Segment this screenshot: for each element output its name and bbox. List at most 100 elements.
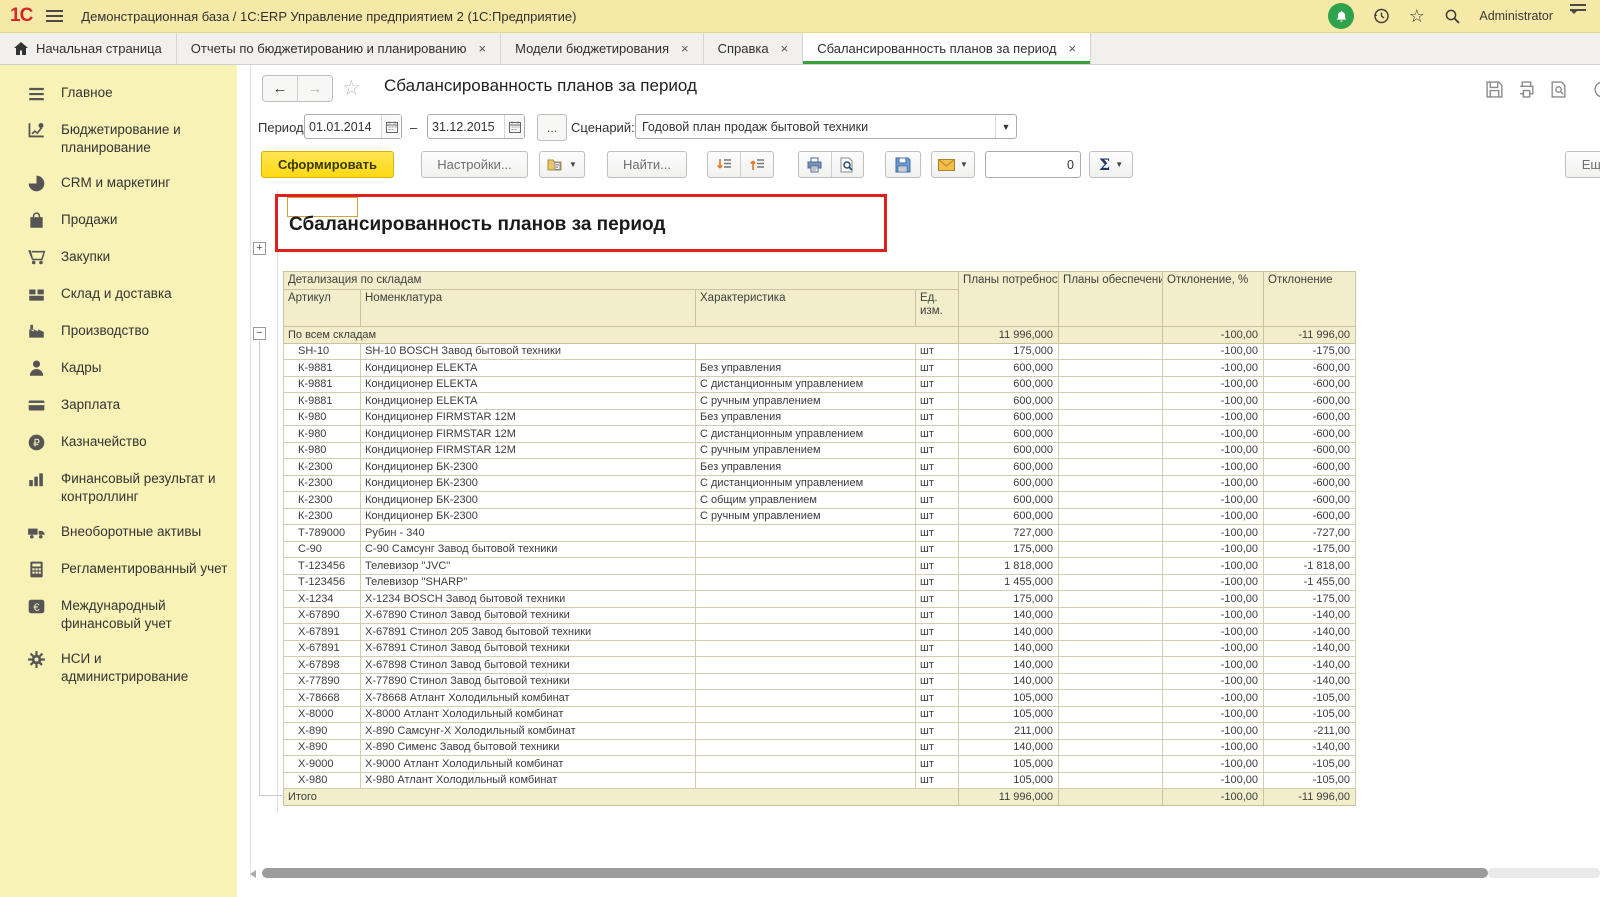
table-cell[interactable]: 11 996,000 xyxy=(959,789,1059,806)
table-cell[interactable]: шт xyxy=(916,376,959,393)
main-menu-icon[interactable] xyxy=(46,7,63,25)
table-cell[interactable]: Кондиционер БК-2300 xyxy=(361,475,696,492)
table-cell[interactable]: шт xyxy=(916,393,959,410)
table-cell[interactable]: С дистанционным управлением xyxy=(696,426,916,443)
table-cell[interactable]: -600,00 xyxy=(1264,492,1356,509)
table-cell[interactable]: Кондиционер FIRMSTAR 12М xyxy=(361,442,696,459)
table-cell[interactable] xyxy=(1059,525,1163,542)
notifications-bell-icon[interactable] xyxy=(1328,3,1354,29)
table-cell[interactable]: Х-9000 xyxy=(284,756,361,773)
table-cell[interactable]: 727,000 xyxy=(959,525,1059,542)
table-cell[interactable]: -100,00 xyxy=(1163,591,1264,608)
table-cell[interactable]: Х-1234 xyxy=(284,591,361,608)
table-cell[interactable] xyxy=(696,723,916,740)
header-kharakteristika[interactable]: Характеристика xyxy=(696,290,916,327)
table-cell[interactable]: -11 996,00 xyxy=(1264,327,1356,344)
table-cell[interactable]: Телевизор "JVC" xyxy=(361,558,696,575)
table-cell[interactable]: -100,00 xyxy=(1163,640,1264,657)
table-cell[interactable]: -100,00 xyxy=(1163,343,1264,360)
table-cell[interactable]: 600,000 xyxy=(959,409,1059,426)
table-cell[interactable]: -100,00 xyxy=(1163,739,1264,756)
table-cell[interactable] xyxy=(696,690,916,707)
table-cell[interactable]: К-2300 xyxy=(284,508,361,525)
close-icon[interactable]: × xyxy=(781,41,789,56)
table-cell[interactable]: шт xyxy=(916,541,959,558)
table-cell[interactable]: Х-67891 Стинол 205 Завод бытовой техники xyxy=(361,624,696,641)
sidebar-item-международный-финансовый-учет[interactable]: €Международный финансовый учет xyxy=(0,588,237,641)
table-cell[interactable] xyxy=(696,756,916,773)
table-cell[interactable] xyxy=(696,706,916,723)
table-cell[interactable]: шт xyxy=(916,525,959,542)
table-cell[interactable] xyxy=(1059,541,1163,558)
sidebar-item-нси-и-администрирование[interactable]: НСИ и администрирование xyxy=(0,641,237,694)
search-icon[interactable] xyxy=(1443,7,1462,26)
table-cell[interactable]: Х-78668 Атлант Холодильный комбинат xyxy=(361,690,696,707)
table-cell[interactable]: -100,00 xyxy=(1163,723,1264,740)
table-cell[interactable]: Х-67890 Стинол Завод бытовой техники xyxy=(361,607,696,624)
header-plan-obesp[interactable]: Планы обеспечения xyxy=(1059,272,1163,327)
table-cell[interactable]: шт xyxy=(916,673,959,690)
table-cell[interactable]: шт xyxy=(916,475,959,492)
sidebar-item-производство[interactable]: Производство xyxy=(0,313,237,350)
table-cell[interactable]: К-980 xyxy=(284,409,361,426)
table-cell[interactable]: -140,00 xyxy=(1264,673,1356,690)
table-cell[interactable]: -140,00 xyxy=(1264,607,1356,624)
table-cell[interactable]: шт xyxy=(916,492,959,509)
table-cell[interactable]: -100,00 xyxy=(1163,624,1264,641)
table-cell[interactable] xyxy=(1059,426,1163,443)
period-more-button[interactable]: ... xyxy=(537,114,567,141)
table-cell[interactable]: Телевизор "SHARP" xyxy=(361,574,696,591)
table-cell[interactable]: -100,00 xyxy=(1163,508,1264,525)
table-cell[interactable]: Х-67890 xyxy=(284,607,361,624)
table-cell[interactable]: 175,000 xyxy=(959,591,1059,608)
header-nomenklatura[interactable]: Номенклатура xyxy=(361,290,696,327)
tab-справка[interactable]: Справка× xyxy=(704,33,804,64)
table-cell[interactable]: 140,000 xyxy=(959,640,1059,657)
table-cell[interactable]: Х-78668 xyxy=(284,690,361,707)
table-cell[interactable]: -211,00 xyxy=(1264,723,1356,740)
table-cell[interactable]: -100,00 xyxy=(1163,459,1264,476)
table-cell[interactable]: Х-1234 BOSCH Завод бытовой техники xyxy=(361,591,696,608)
header-plan-potreb[interactable]: Планы потребностей xyxy=(959,272,1059,327)
table-cell[interactable]: -600,00 xyxy=(1264,409,1356,426)
table-cell[interactable]: 140,000 xyxy=(959,607,1059,624)
print-preview-icon[interactable] xyxy=(1549,80,1568,99)
table-cell[interactable]: шт xyxy=(916,508,959,525)
table-cell[interactable]: Х-67891 Стинол Завод бытовой техники xyxy=(361,640,696,657)
table-cell[interactable]: Итого xyxy=(284,789,959,806)
table-cell[interactable]: -100,00 xyxy=(1163,442,1264,459)
table-cell[interactable]: -100,00 xyxy=(1163,706,1264,723)
table-cell[interactable]: SH-10 BOSCH Завод бытовой техники xyxy=(361,343,696,360)
table-cell[interactable]: Х-77890 Стинол Завод бытовой техники xyxy=(361,673,696,690)
table-cell[interactable]: 140,000 xyxy=(959,657,1059,674)
table-cell[interactable] xyxy=(1059,508,1163,525)
print-preview-icon[interactable] xyxy=(831,152,864,177)
table-cell[interactable]: -100,00 xyxy=(1163,409,1264,426)
table-cell[interactable] xyxy=(1059,640,1163,657)
table-cell[interactable]: 105,000 xyxy=(959,690,1059,707)
scenario-combobox[interactable]: Годовой план продаж бытовой техники ▼ xyxy=(635,114,1017,139)
table-cell[interactable]: Кондиционер БК-2300 xyxy=(361,492,696,509)
table-cell[interactable]: -100,00 xyxy=(1163,475,1264,492)
table-cell[interactable]: Х-67891 xyxy=(284,640,361,657)
table-cell[interactable]: По всем складам xyxy=(284,327,959,344)
table-cell[interactable]: -140,00 xyxy=(1264,739,1356,756)
table-cell[interactable] xyxy=(696,558,916,575)
table-cell[interactable]: шт xyxy=(916,706,959,723)
table-cell[interactable]: К-9881 xyxy=(284,376,361,393)
header-ed[interactable]: Ед. изм. xyxy=(916,290,959,327)
table-cell[interactable]: 140,000 xyxy=(959,739,1059,756)
sidebar-item-главное[interactable]: Главное xyxy=(0,75,237,112)
table-cell[interactable] xyxy=(1059,690,1163,707)
help-icon[interactable] xyxy=(1593,80,1600,99)
table-cell[interactable]: шт xyxy=(916,739,959,756)
table-cell[interactable]: шт xyxy=(916,624,959,641)
table-cell[interactable]: шт xyxy=(916,360,959,377)
find-button[interactable]: Найти... xyxy=(607,151,687,178)
table-cell[interactable]: -100,00 xyxy=(1163,772,1264,789)
table-cell[interactable]: -105,00 xyxy=(1264,772,1356,789)
table-cell[interactable]: -175,00 xyxy=(1264,541,1356,558)
table-cell[interactable]: 211,000 xyxy=(959,723,1059,740)
table-cell[interactable]: -600,00 xyxy=(1264,426,1356,443)
table-cell[interactable] xyxy=(1059,723,1163,740)
